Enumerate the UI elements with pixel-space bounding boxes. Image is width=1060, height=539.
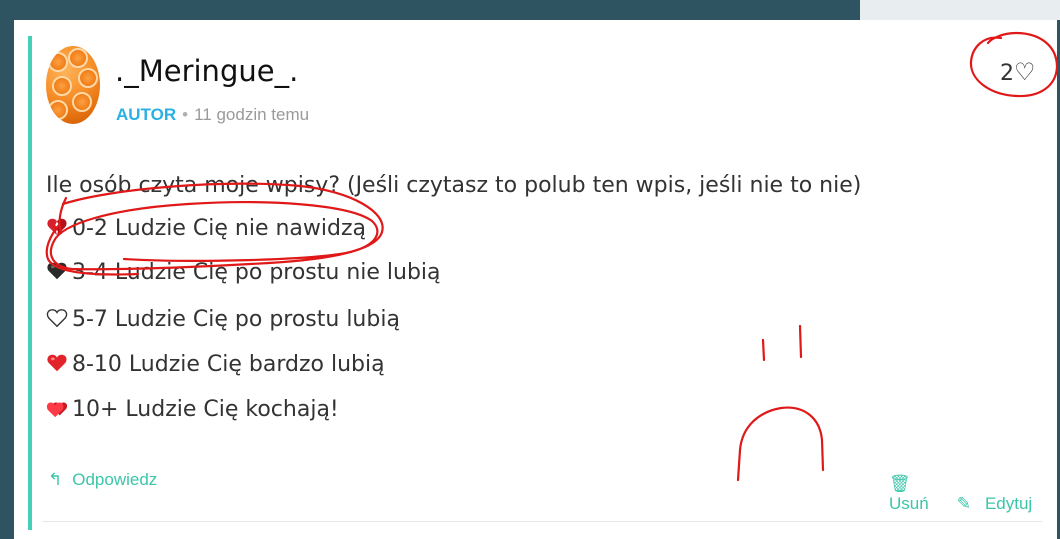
reply-button[interactable]: ↰ Odpowiedz bbox=[48, 470, 157, 490]
delete-button[interactable]: 🗑 Usuń bbox=[889, 474, 943, 513]
reply-icon: ↰ bbox=[48, 470, 63, 489]
post-actions: 🗑 Usuń ✎ Edytuj bbox=[889, 474, 1060, 514]
reply-label: Odpowiedz bbox=[72, 470, 158, 489]
post-line-option: 3-4 Ludzie Cię po prostu nie lubią bbox=[46, 260, 441, 285]
post-line-text: Ile osób czyta moje wpisy? (Jeśli czytas… bbox=[46, 173, 862, 198]
left-edge bbox=[0, 0, 14, 539]
post-line-text: 0-2 Ludzie Cię nie nawidzą bbox=[72, 216, 367, 241]
trash-icon: 🗑 bbox=[889, 474, 911, 493]
red-heart-icon bbox=[47, 354, 67, 372]
post-line-option: 5-7 Ludzie Cię po prostu lubią bbox=[46, 307, 400, 332]
post-time: 11 godzin temu bbox=[194, 105, 310, 124]
hearts-icon bbox=[46, 402, 68, 418]
pencil-icon: ✎ bbox=[956, 494, 971, 513]
avatar[interactable] bbox=[46, 46, 100, 124]
comment-card: ._Meringue_. AUTOR • 11 godzin temu 2♡ Ile… bbox=[14, 20, 1057, 539]
post-line-text: 8-10 Ludzie Cię bardzo lubią bbox=[72, 352, 385, 377]
delete-label: Usuń bbox=[889, 494, 929, 513]
white-heart-icon bbox=[46, 309, 68, 328]
edit-button[interactable]: ✎ Edytuj bbox=[957, 494, 1047, 513]
post-line-option: 10+ Ludzie Cię kochają! bbox=[46, 397, 339, 422]
like-button[interactable]: 2♡ bbox=[1000, 58, 1036, 86]
card-divider bbox=[42, 521, 1042, 522]
broken-heart-icon bbox=[47, 218, 67, 236]
author-name[interactable]: ._Meringue_. bbox=[115, 54, 298, 88]
post-line-question: Ile osób czyta moje wpisy? (Jeśli czytas… bbox=[46, 173, 861, 198]
top-bar-light bbox=[860, 0, 1060, 20]
author-badge: AUTOR bbox=[116, 105, 177, 124]
post-meta: AUTOR • 11 godzin temu bbox=[116, 105, 309, 125]
heart-outline-icon: ♡ bbox=[1014, 58, 1036, 86]
post-line-text: 10+ Ludzie Cię kochają! bbox=[72, 397, 339, 422]
black-heart-icon bbox=[47, 262, 67, 280]
post-line-option: 0-2 Ludzie Cię nie nawidzą bbox=[46, 216, 366, 241]
edit-label: Edytuj bbox=[984, 494, 1033, 513]
card-accent bbox=[28, 36, 32, 530]
meta-separator: • bbox=[182, 105, 189, 124]
post-line-option: 8-10 Ludzie Cię bardzo lubią bbox=[46, 352, 385, 377]
post-line-text: 5-7 Ludzie Cię po prostu lubią bbox=[72, 307, 400, 332]
post-line-text: 3-4 Ludzie Cię po prostu nie lubią bbox=[72, 260, 441, 285]
like-count: 2 bbox=[1000, 61, 1014, 86]
